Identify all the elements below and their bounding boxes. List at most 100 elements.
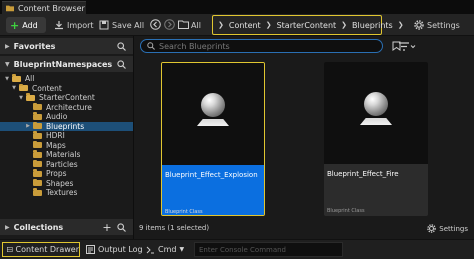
- toolbar: + Add Import Save All All ❯ Content ❯ St…: [0, 14, 474, 36]
- filter-icon: [399, 41, 416, 51]
- tree-item[interactable]: ▶ Blueprints: [0, 121, 133, 131]
- breadcrumb-all-label: All: [191, 20, 201, 30]
- sources-panel: ▶ Favorites ▼ BlueprintNamespaces ▼ All ▼ C…: [0, 36, 133, 239]
- chevron-down-icon[interactable]: ▼: [18, 95, 24, 101]
- tree-item-label: Materials: [46, 150, 81, 160]
- folder-icon: [33, 121, 42, 130]
- folder-tree: ▼ All ▼ Content ▼ StarterContent Architecture A…: [0, 74, 133, 198]
- add-button-label: Add: [22, 20, 38, 30]
- folder-icon: [33, 169, 42, 177]
- content-drawer-label: Content Drawer: [15, 245, 79, 254]
- tree-item-label: Blueprints: [46, 121, 85, 131]
- chevron-right-icon: ❯: [265, 21, 272, 29]
- gear-icon: [414, 20, 424, 30]
- asset-name: Blueprint_Effect_Explosion: [165, 171, 258, 179]
- plus-icon: +: [10, 18, 20, 32]
- asset-thumbnail: [162, 63, 264, 165]
- search-icon[interactable]: [115, 58, 127, 70]
- save-all-button[interactable]: Save All: [99, 17, 144, 33]
- tree-item[interactable]: ▼ StarterContent: [0, 93, 133, 103]
- asset-tile[interactable]: Blueprint_Effect_Fire Blueprint Class: [324, 62, 428, 216]
- breadcrumb-item[interactable]: Blueprints: [352, 21, 393, 30]
- chevron-right-icon[interactable]: ▶: [25, 123, 31, 129]
- chevron-right-icon: ▶: [5, 42, 10, 50]
- chevron-down-icon[interactable]: ▼: [4, 76, 10, 82]
- add-collection-icon[interactable]: +: [101, 221, 113, 234]
- output-log-button[interactable]: Output Log: [86, 242, 143, 257]
- folder-icon: [6, 5, 14, 12]
- console-placeholder: Enter Console Command: [199, 245, 287, 254]
- view-settings-label: Settings: [439, 224, 468, 233]
- gear-icon: [427, 224, 437, 233]
- namespaces-label: BlueprintNamespaces: [13, 59, 113, 69]
- save-all-button-label: Save All: [112, 20, 145, 30]
- tree-item-label: Audio: [46, 112, 68, 122]
- tree-item-label: Props: [46, 169, 67, 179]
- tree-item[interactable]: Props: [0, 169, 133, 179]
- tree-item[interactable]: Textures: [0, 188, 133, 198]
- settings-button[interactable]: Settings: [414, 17, 460, 33]
- breadcrumb: ❯ Content ❯ StarterContent ❯ Blueprints …: [212, 15, 404, 35]
- add-button[interactable]: + Add: [6, 17, 46, 33]
- tree-item-label: All: [25, 74, 35, 84]
- filter-button[interactable]: [394, 39, 418, 53]
- tree-item[interactable]: Audio: [0, 112, 133, 122]
- tree-item[interactable]: Particles: [0, 159, 133, 170]
- blueprint-sphere-icon: [356, 92, 396, 136]
- tree-item-label: Content: [32, 83, 62, 93]
- favorites-header[interactable]: ▶ Favorites: [0, 38, 133, 54]
- chevron-right-icon: ▶: [5, 223, 10, 231]
- chevron-down-icon[interactable]: ▼: [11, 85, 17, 91]
- breadcrumb-item[interactable]: Content: [229, 21, 261, 30]
- terminal-icon: [146, 246, 154, 253]
- asset-thumbnail: [324, 62, 428, 164]
- console-command-input[interactable]: Enter Console Command: [194, 242, 343, 257]
- breadcrumb-root-all[interactable]: All: [191, 17, 201, 33]
- view-settings-button[interactable]: Settings: [427, 224, 468, 233]
- tab-title: Content Browser: [18, 3, 85, 13]
- chevron-right-icon: ❯: [341, 21, 348, 29]
- collections-label: Collections: [13, 222, 64, 232]
- folder-icon: [26, 93, 35, 101]
- tree-item-label: Maps: [46, 140, 66, 150]
- import-button[interactable]: Import: [54, 17, 94, 33]
- tree-item[interactable]: Shapes: [0, 178, 133, 189]
- search-input[interactable]: Search Blueprints: [140, 39, 383, 53]
- search-icon: [147, 42, 155, 50]
- tab-content-browser[interactable]: Content Browser: [2, 1, 86, 14]
- tree-item[interactable]: Maps: [0, 140, 133, 151]
- namespaces-header[interactable]: ▼ BlueprintNamespaces: [0, 56, 133, 72]
- tree-item-label: Particles: [46, 159, 78, 169]
- tree-item[interactable]: ▼ Content: [0, 83, 133, 94]
- tree-item-label: Textures: [46, 188, 78, 198]
- tree-item-label: HDRI: [46, 131, 65, 141]
- log-icon: [86, 245, 95, 254]
- search-icon[interactable]: [115, 221, 127, 233]
- folder-icon: [33, 140, 42, 149]
- asset-tile[interactable]: Blueprint_Effect_Explosion Blueprint Cla…: [161, 62, 265, 216]
- item-count: 9 items (1 selected): [139, 224, 210, 232]
- folder-icon: [33, 188, 42, 196]
- tree-item[interactable]: Materials: [0, 150, 133, 160]
- back-button[interactable]: [148, 17, 162, 31]
- asset-label-area: Blueprint_Effect_Fire Blueprint Class: [324, 164, 428, 216]
- tree-item[interactable]: Architecture: [0, 102, 133, 113]
- import-button-label: Import: [67, 20, 94, 30]
- folder-icon: [33, 159, 42, 168]
- forward-button[interactable]: [162, 17, 176, 31]
- folder-nav-button[interactable]: [176, 17, 190, 31]
- search-icon[interactable]: [115, 40, 127, 52]
- save-icon: [99, 20, 109, 30]
- tree-item[interactable]: HDRI: [0, 131, 133, 141]
- import-icon: [55, 21, 63, 30]
- asset-class: Blueprint Class: [165, 209, 203, 215]
- breadcrumb-item[interactable]: StarterContent: [277, 21, 337, 30]
- content-drawer-button[interactable]: Content Drawer: [2, 242, 80, 257]
- collections-header[interactable]: ▶ Collections: [0, 219, 133, 235]
- forward-arrow-icon: [163, 18, 175, 30]
- tab-bar: Content Browser: [0, 0, 474, 14]
- tree-item[interactable]: ▼ All: [0, 74, 133, 84]
- tree-item-label: Architecture: [46, 102, 92, 112]
- blueprint-sphere-icon: [193, 93, 233, 137]
- cmd-dropdown[interactable]: Cmd ▼: [146, 242, 184, 257]
